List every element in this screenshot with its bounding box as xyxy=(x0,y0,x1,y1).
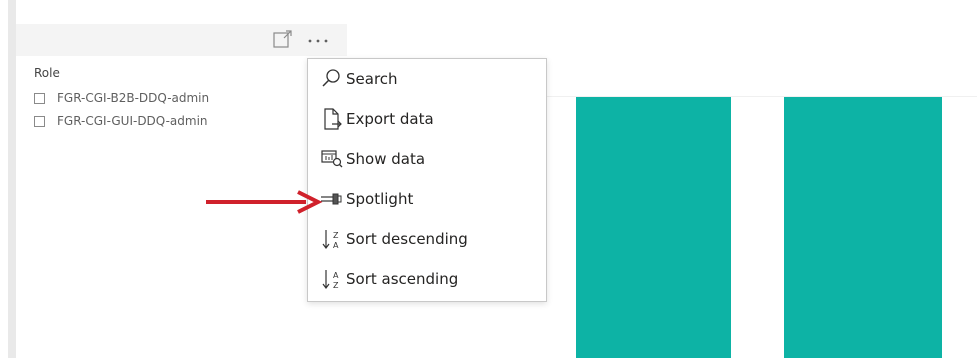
slicer-item[interactable]: FGR-CGI-B2B-DDQ-admin xyxy=(34,88,209,108)
menu-item-export-data[interactable]: Export data xyxy=(308,99,546,139)
slicer-title: Role xyxy=(34,66,60,80)
annotation-arrow-icon xyxy=(206,190,323,214)
menu-item-sort-ascending[interactable]: A Z Sort ascending xyxy=(308,259,546,299)
sort-ascending-icon: A Z xyxy=(322,270,339,290)
slicer-item[interactable]: FGR-CGI-GUI-DDQ-admin xyxy=(34,111,208,131)
report-canvas: Role FGR-CGI-B2B-DDQ-admin FGR-CGI-GUI-D… xyxy=(0,0,977,358)
more-options-menu: Search Export data Show data Spotlight Z… xyxy=(307,58,547,302)
svg-text:A: A xyxy=(333,271,339,280)
menu-item-label: Spotlight xyxy=(346,190,414,208)
slicer-visual-header xyxy=(16,24,347,56)
menu-item-label: Search xyxy=(346,70,398,88)
slicer-item-checkbox[interactable] xyxy=(34,92,45,104)
show-data-icon xyxy=(321,150,343,168)
chart-bar[interactable] xyxy=(784,97,942,358)
menu-item-label: Show data xyxy=(346,150,426,168)
export-data-icon xyxy=(324,108,342,130)
slicer-item-label: FGR-CGI-B2B-DDQ-admin xyxy=(57,91,210,105)
menu-item-spotlight[interactable]: Spotlight xyxy=(308,179,546,219)
more-options-icon[interactable] xyxy=(305,31,331,49)
svg-text:Z: Z xyxy=(333,281,339,290)
svg-text:A: A xyxy=(333,241,339,250)
sort-descending-icon: Z A xyxy=(322,230,339,250)
menu-item-label: Sort ascending xyxy=(346,270,459,288)
menu-item-search[interactable]: Search xyxy=(308,59,546,99)
search-icon xyxy=(322,69,340,87)
menu-item-label: Export data xyxy=(346,110,434,128)
focus-mode-icon[interactable] xyxy=(272,30,294,50)
slicer-item-checkbox[interactable] xyxy=(34,115,45,127)
svg-text:Z: Z xyxy=(333,231,339,240)
visual-left-border xyxy=(8,0,16,358)
menu-item-label: Sort descending xyxy=(346,230,468,248)
menu-item-sort-descending[interactable]: Z A Sort descending xyxy=(308,219,546,259)
menu-item-show-data[interactable]: Show data xyxy=(308,139,546,179)
slicer-item-label: FGR-CGI-GUI-DDQ-admin xyxy=(57,114,208,128)
chart-bar[interactable] xyxy=(576,97,731,358)
